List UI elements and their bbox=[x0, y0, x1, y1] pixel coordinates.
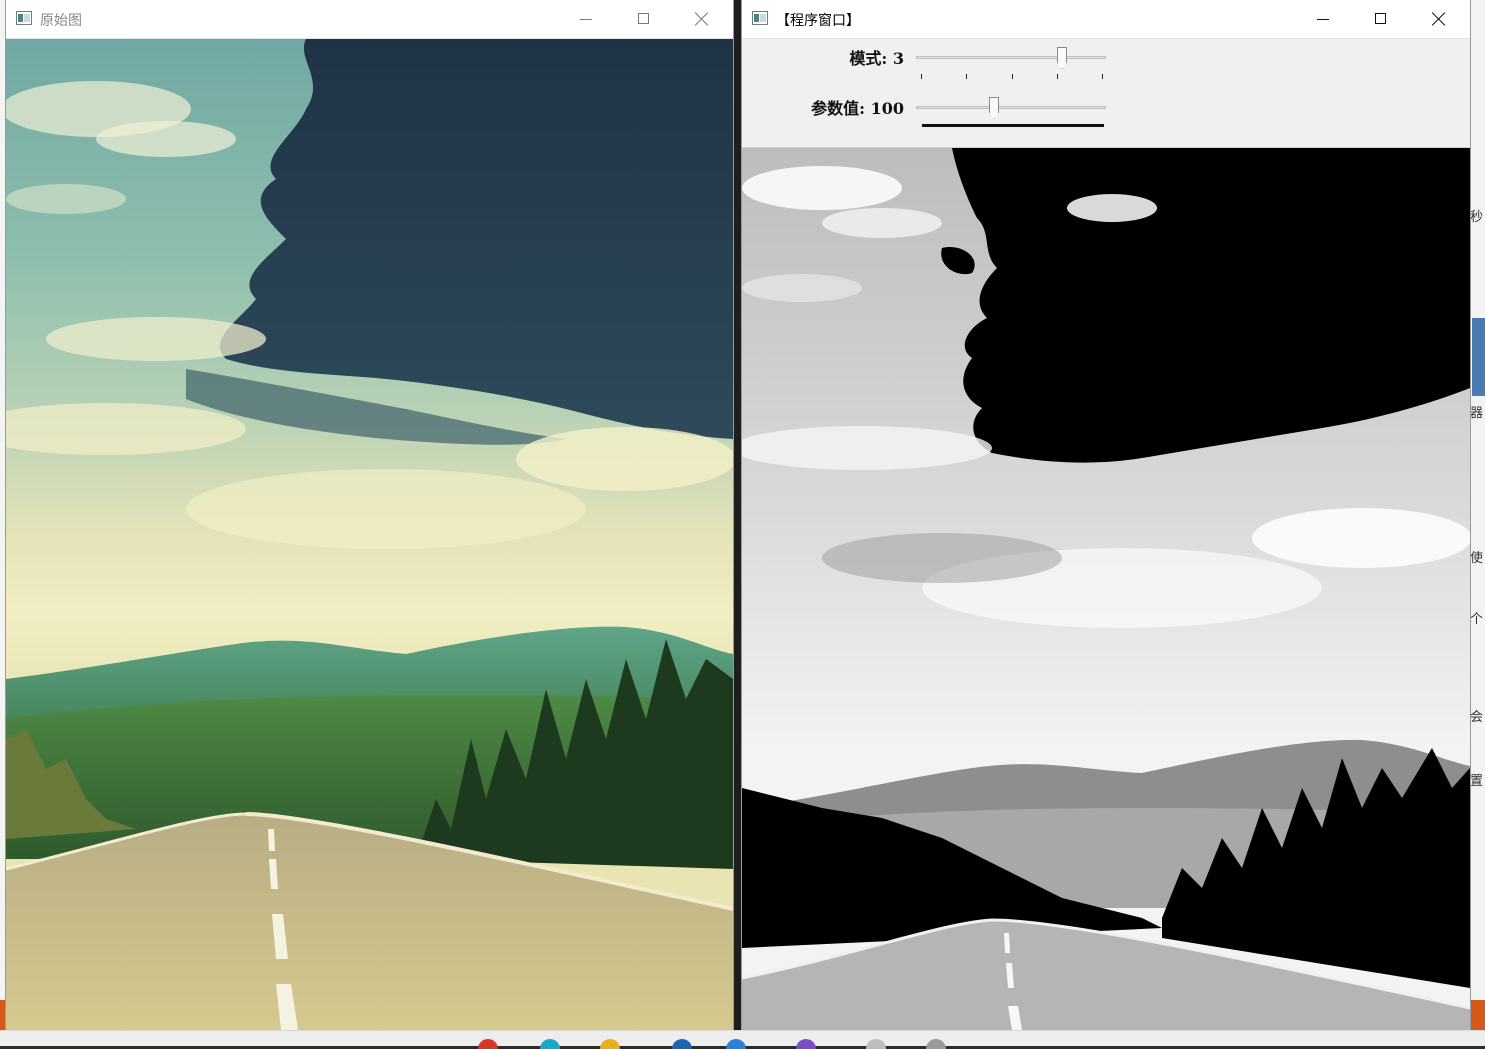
background-app-right-edge: 秒 器 使 个 会 置 bbox=[1470, 0, 1485, 1030]
close-icon bbox=[695, 12, 709, 26]
bg-glyph: 器 bbox=[1470, 406, 1484, 421]
mode-trackbar-label: 模式: 3 bbox=[849, 49, 904, 68]
taskbar-app-icon[interactable] bbox=[796, 1039, 816, 1049]
minimize-icon bbox=[580, 19, 592, 20]
minimize-icon bbox=[1317, 19, 1329, 20]
param-trackbar-thumb[interactable] bbox=[989, 97, 999, 119]
maximize-button[interactable] bbox=[615, 0, 673, 38]
threshold-photo bbox=[742, 148, 1470, 1030]
window-app-icon bbox=[752, 11, 768, 25]
mode-trackbar[interactable] bbox=[916, 56, 1106, 59]
background-orange-strip bbox=[1470, 1000, 1485, 1030]
maximize-icon bbox=[1375, 13, 1386, 24]
minimize-button[interactable] bbox=[557, 0, 615, 38]
window-title: 【程序窗口】 bbox=[776, 13, 860, 29]
taskbar-app-icon[interactable] bbox=[478, 1039, 498, 1049]
program-window[interactable]: 【程序窗口】 模式: 3 参数值: 100 bbox=[742, 0, 1470, 1030]
background-app-gap bbox=[733, 0, 742, 1030]
title-bar[interactable]: 【程序窗口】 bbox=[742, 0, 1470, 39]
param-trackbar[interactable] bbox=[916, 106, 1106, 109]
taskbar-app-icon[interactable] bbox=[866, 1039, 886, 1049]
title-bar[interactable]: 原始图 bbox=[6, 0, 733, 39]
tick bbox=[966, 74, 967, 79]
taskbar-app-icon[interactable] bbox=[726, 1039, 746, 1049]
close-button[interactable] bbox=[1410, 0, 1468, 38]
window-app-icon bbox=[16, 11, 32, 25]
close-icon bbox=[1432, 12, 1446, 26]
tick bbox=[1012, 74, 1013, 79]
window-title: 原始图 bbox=[40, 13, 82, 29]
taskbar[interactable] bbox=[0, 1030, 1485, 1049]
bg-glyph: 秒 bbox=[1470, 210, 1484, 225]
bg-glyph: 置 bbox=[1470, 774, 1484, 789]
tick bbox=[1057, 74, 1058, 79]
tick bbox=[921, 74, 922, 79]
taskbar-app-icon[interactable] bbox=[600, 1039, 620, 1049]
background-scrollbar bbox=[1472, 318, 1485, 396]
taskbar-app-icon[interactable] bbox=[540, 1039, 560, 1049]
trackbar-panel: 模式: 3 参数值: 100 bbox=[742, 39, 1470, 148]
landscape-photo bbox=[6, 39, 733, 1030]
mode-trackbar-thumb[interactable] bbox=[1057, 47, 1067, 69]
original-image bbox=[6, 39, 733, 1030]
minimize-button[interactable] bbox=[1294, 0, 1352, 38]
bg-glyph: 使 bbox=[1470, 551, 1484, 566]
maximize-icon bbox=[638, 13, 649, 24]
bg-glyph: 个 bbox=[1470, 612, 1484, 627]
processed-image bbox=[742, 148, 1470, 1030]
maximize-button[interactable] bbox=[1352, 0, 1410, 38]
taskbar-app-icon[interactable] bbox=[926, 1039, 946, 1049]
tick bbox=[1102, 74, 1103, 79]
bg-glyph: 会 bbox=[1470, 710, 1484, 725]
close-button[interactable] bbox=[673, 0, 731, 38]
taskbar-app-icon[interactable] bbox=[672, 1039, 692, 1049]
param-trackbar-label: 参数值: 100 bbox=[811, 99, 904, 118]
trackbar-focus-indicator bbox=[922, 124, 1104, 127]
original-image-window[interactable]: 原始图 bbox=[6, 0, 733, 1030]
